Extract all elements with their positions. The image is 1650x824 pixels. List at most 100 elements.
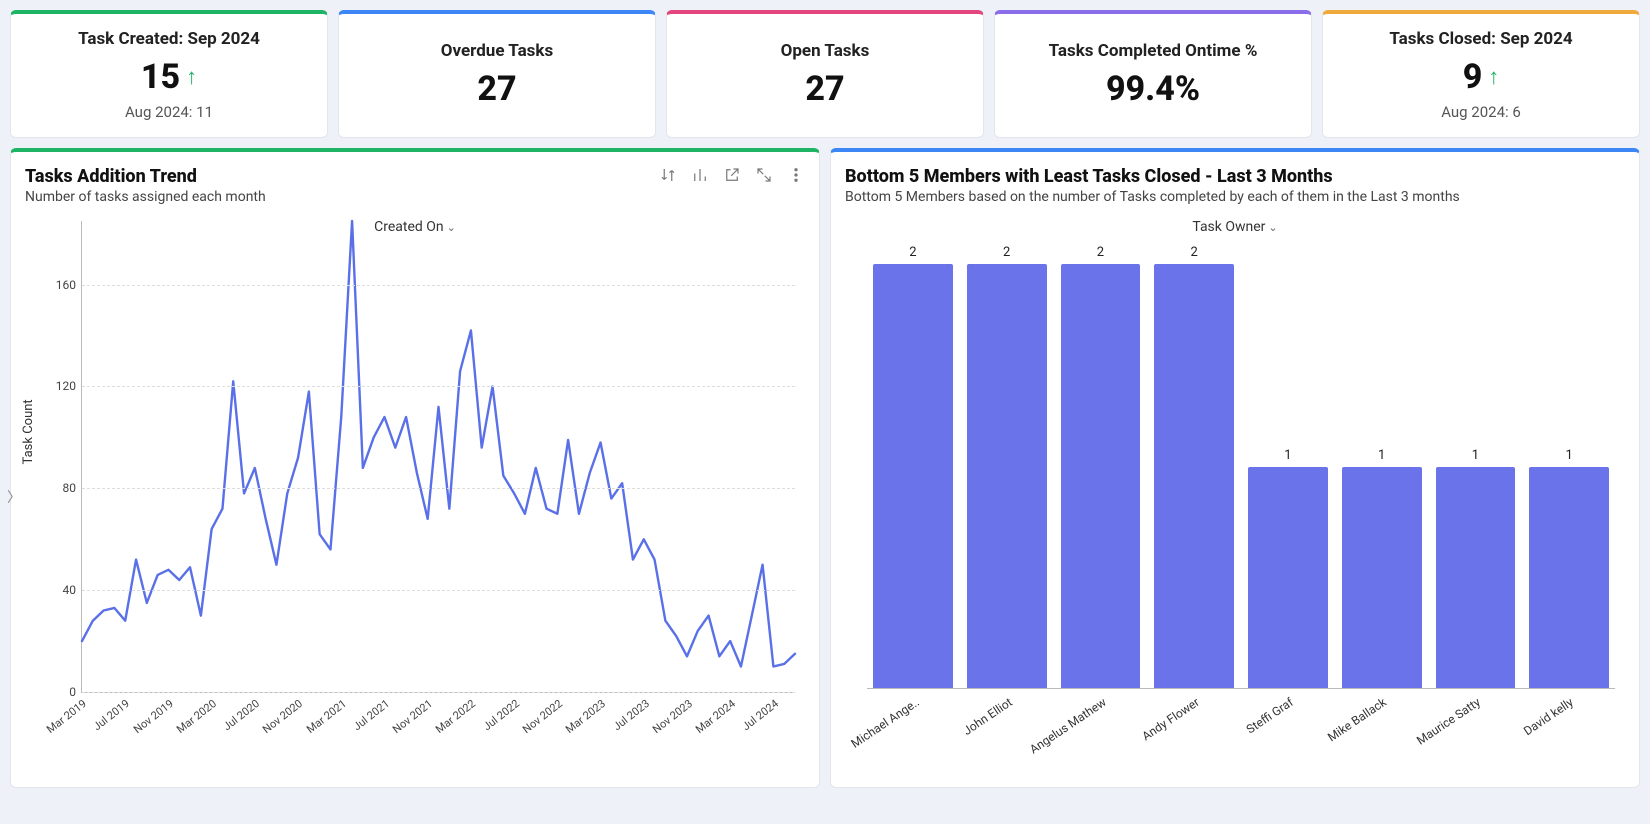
kpi-card-4: Tasks Closed: Sep 2024 9↑ Aug 2024: 6 [1322, 10, 1640, 138]
kpi-title: Open Tasks [677, 41, 973, 61]
bar-value-label: 1 [1472, 448, 1479, 463]
x-tick: Jul 2022 [480, 697, 521, 733]
kpi-card-3: Tasks Completed Ontime % 99.4% [994, 10, 1312, 138]
kpi-value-line: 27 [349, 69, 645, 109]
trend-up-icon: ↑ [186, 64, 197, 90]
bar-column: 1 [1248, 245, 1328, 688]
bar-x-labels: Michael Ange..John ElliotAngelus MathewA… [867, 693, 1615, 753]
bar-chart: 2 2 2 2 1 1 1 1 [867, 245, 1615, 689]
bar-x-tick: Steffi Graf [1241, 693, 1335, 753]
sort-icon[interactable] [659, 166, 677, 188]
x-tick: Nov 2022 [520, 697, 565, 736]
y-tick: 80 [42, 481, 76, 495]
bar-rect [1436, 467, 1516, 689]
kpi-value: 15 [141, 57, 180, 97]
kpi-value-line: 15↑ [21, 57, 317, 97]
gridline [82, 590, 795, 591]
bar-column: 2 [967, 245, 1047, 688]
kpi-value-line: 99.4% [1005, 69, 1301, 109]
kpi-value-line: 27 [677, 69, 973, 109]
x-tick: Jul 2024 [740, 697, 781, 733]
tasks-addition-trend-card: Tasks Addition Trend Number of tasks ass… [10, 148, 820, 788]
bar-rect [1529, 467, 1609, 689]
bar-value-label: 2 [1097, 245, 1104, 260]
kpi-title: Task Created: Sep 2024 [21, 29, 317, 49]
bar-rect [1248, 467, 1328, 689]
x-tick: Jul 2021 [351, 697, 392, 733]
y-axis-label: Task Count [21, 399, 36, 464]
x-tick: Jul 2019 [91, 697, 132, 733]
x-axis-label[interactable]: Task Owner⌄ [845, 219, 1625, 235]
bar-x-tick: David kelly [1522, 693, 1616, 753]
bar-x-tick: Maurice Satty [1428, 693, 1522, 753]
bar-rect [1061, 264, 1141, 688]
bar-column: 2 [1061, 245, 1141, 688]
chart-toolbar [659, 166, 805, 188]
bar-rect [1154, 264, 1234, 688]
x-tick: Mar 2024 [693, 697, 738, 736]
x-tick: Mar 2020 [174, 697, 219, 736]
bar-x-tick: Andy Flower [1148, 693, 1242, 753]
gridline [82, 692, 795, 693]
expand-icon[interactable] [755, 166, 773, 188]
line-chart: 04080120160 [81, 221, 795, 693]
y-tick: 40 [42, 583, 76, 597]
more-icon[interactable] [787, 166, 805, 188]
kpi-card-2: Open Tasks 27 [666, 10, 984, 138]
gridline [82, 488, 795, 489]
y-tick: 120 [42, 379, 76, 393]
bar-value-label: 1 [1565, 448, 1572, 463]
chart-subtitle: Number of tasks assigned each month [25, 189, 266, 205]
bar-value-label: 2 [909, 245, 916, 260]
bar-column: 1 [1436, 245, 1516, 688]
bar-value-label: 1 [1284, 448, 1291, 463]
bar-value-label: 2 [1190, 245, 1197, 260]
bar-rect [873, 264, 953, 688]
open-new-icon[interactable] [723, 166, 741, 188]
trend-up-icon: ↑ [1488, 64, 1499, 90]
kpi-title: Tasks Closed: Sep 2024 [1333, 29, 1629, 49]
chart-subtitle: Bottom 5 Members based on the number of … [845, 189, 1460, 205]
x-tick: Mar 2021 [304, 697, 349, 736]
kpi-sublabel: Aug 2024: 6 [1333, 103, 1629, 121]
bar-value-label: 2 [1003, 245, 1010, 260]
bar-x-tick: Michael Ange.. [867, 693, 961, 753]
kpi-value: 9 [1463, 57, 1483, 97]
bar-x-tick: Mike Ballack [1335, 693, 1429, 753]
bar-value-label: 1 [1378, 448, 1385, 463]
bar-x-tick: Angelus Mathew [1054, 693, 1148, 753]
bar-rect [967, 264, 1047, 688]
x-tick: Jul 2023 [610, 697, 651, 733]
y-axis-arrow-icon: 〉 [7, 487, 21, 507]
kpi-row: Task Created: Sep 202415↑Aug 2024: 11Ove… [10, 10, 1640, 138]
x-tick: Nov 2020 [260, 697, 305, 736]
bar-chart-icon[interactable] [691, 166, 709, 188]
kpi-sublabel: Aug 2024: 11 [21, 103, 317, 121]
kpi-card-1: Overdue Tasks 27 [338, 10, 656, 138]
bar-rect [1342, 467, 1422, 689]
chart-title: Bottom 5 Members with Least Tasks Closed… [845, 166, 1460, 187]
x-tick: Mar 2022 [434, 697, 479, 736]
kpi-value: 99.4% [1106, 69, 1200, 109]
y-tick: 0 [42, 685, 76, 699]
x-tick: Nov 2019 [131, 697, 176, 736]
bar-column: 1 [1529, 245, 1609, 688]
kpi-value-line: 9↑ [1333, 57, 1629, 97]
kpi-title: Overdue Tasks [349, 41, 645, 61]
kpi-card-0: Task Created: Sep 2024 15↑ Aug 2024: 11 [10, 10, 328, 138]
gridline [82, 285, 795, 286]
x-tick: Nov 2021 [390, 697, 435, 736]
chart-title: Tasks Addition Trend [25, 166, 266, 187]
x-tick: Mar 2023 [563, 697, 608, 736]
kpi-value: 27 [805, 69, 844, 109]
x-tick: Nov 2023 [650, 697, 695, 736]
bar-column: 1 [1342, 245, 1422, 688]
kpi-title: Tasks Completed Ontime % [1005, 41, 1301, 61]
kpi-value: 27 [477, 69, 516, 109]
bottom-members-card: Bottom 5 Members with Least Tasks Closed… [830, 148, 1640, 788]
x-tick: Jul 2020 [221, 697, 262, 733]
chevron-down-icon: ⌄ [1268, 221, 1277, 234]
gridline [82, 386, 795, 387]
y-tick: 160 [42, 278, 76, 292]
line-series [82, 221, 795, 667]
